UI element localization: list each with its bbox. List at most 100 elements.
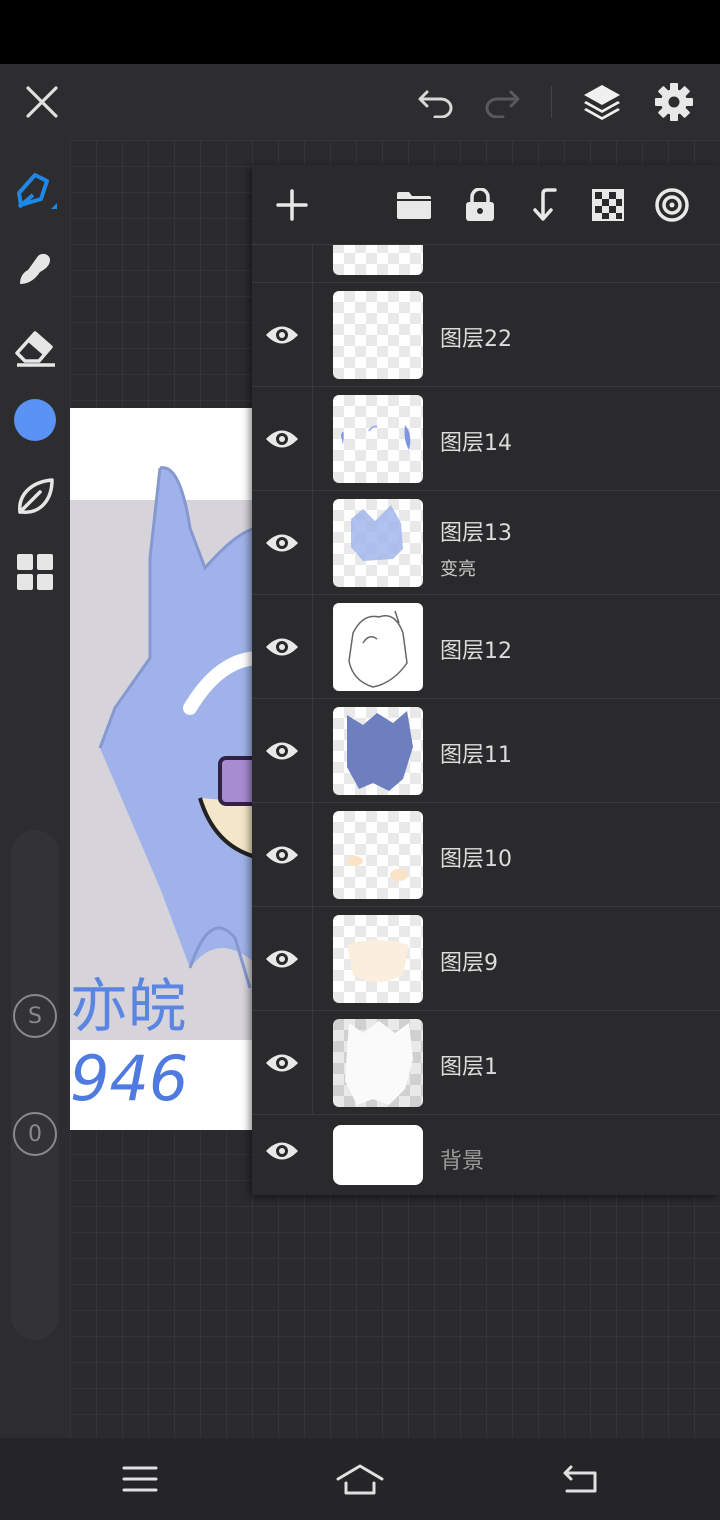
eye-icon	[266, 1054, 298, 1072]
layer-visibility-toggle[interactable]	[260, 315, 304, 355]
eye-icon	[266, 534, 298, 552]
leaf-icon	[18, 478, 54, 514]
layers-icon	[584, 85, 620, 120]
smudge-icon	[20, 253, 50, 284]
status-bar	[0, 0, 720, 64]
layer-visibility-toggle[interactable]	[260, 731, 304, 771]
eye-icon	[266, 1142, 298, 1160]
layer-thumbnail	[333, 291, 423, 379]
background-color-swatch	[333, 1125, 423, 1185]
color-swatch-icon	[14, 399, 56, 441]
eye-icon	[266, 638, 298, 656]
eraser-tool[interactable]	[10, 322, 60, 372]
layer-visibility-toggle[interactable]	[260, 939, 304, 979]
layers-panel: 图层22 图层14 图层13 变亮 图层12 图层11 图层10 图层9 图层1…	[252, 165, 720, 1195]
add-layer-button[interactable]	[268, 181, 316, 229]
folder-icon	[397, 192, 431, 219]
layer-thumbnail	[333, 603, 423, 691]
eye-icon	[266, 846, 298, 864]
undo-icon	[418, 90, 453, 118]
smudge-tool[interactable]	[10, 244, 60, 294]
layers-button[interactable]	[578, 78, 626, 126]
brush-tool[interactable]	[10, 166, 60, 216]
checker-icon	[592, 189, 624, 221]
settings-button[interactable]	[650, 78, 698, 126]
layers-actions	[252, 165, 720, 245]
plus-icon	[276, 189, 308, 221]
menu-button[interactable]	[116, 1455, 164, 1503]
artwork-text-2: 946	[70, 1042, 188, 1115]
eye-icon	[266, 742, 298, 760]
left-toolbar: S 0	[0, 140, 70, 1438]
layer-name: 图层22	[440, 327, 512, 352]
layer-thumbnail	[333, 499, 423, 587]
layer-blend-mode: 变亮	[440, 559, 476, 580]
lock-icon	[466, 188, 494, 221]
target-icon	[655, 188, 689, 222]
layer-name: 图层12	[440, 639, 512, 664]
eye-icon	[266, 430, 298, 448]
transparency-button[interactable]	[584, 181, 632, 229]
lock-layer-button[interactable]	[456, 181, 504, 229]
layer-thumbnail	[333, 245, 423, 275]
layer-thumbnail	[333, 811, 423, 899]
layer-thumbnail	[333, 395, 423, 483]
eraser-icon	[15, 331, 55, 367]
brush-library-tool[interactable]	[10, 472, 60, 522]
layer-row[interactable]: 图层9	[252, 907, 720, 1011]
layer-visibility-toggle[interactable]	[260, 1131, 304, 1171]
layer-row[interactable]: 图层12	[252, 595, 720, 699]
layer-visibility-toggle[interactable]	[260, 523, 304, 563]
layer-name: 背景	[440, 1149, 485, 1174]
size-label: S	[13, 994, 57, 1038]
size-opacity-slider[interactable]	[11, 830, 59, 1340]
layer-list[interactable]: 图层22 图层14 图层13 变亮 图层12 图层11 图层10 图层9 图层1…	[252, 245, 720, 1195]
layer-row[interactable]: 图层1	[252, 1011, 720, 1115]
layer-row[interactable]: 图层11	[252, 699, 720, 803]
menu-icon	[122, 1466, 158, 1492]
layer-visibility-toggle[interactable]	[260, 419, 304, 459]
home-button[interactable]	[336, 1455, 384, 1503]
reference-button[interactable]	[648, 181, 696, 229]
system-nav-bar	[0, 1438, 720, 1520]
background-layer-row[interactable]: 背景	[252, 1115, 720, 1195]
layer-row[interactable]: 图层14	[252, 387, 720, 491]
artwork-text-1: 亦皖	[70, 972, 186, 1040]
merge-down-button[interactable]	[520, 181, 568, 229]
color-tool[interactable]	[10, 395, 60, 445]
layer-visibility-toggle[interactable]	[260, 835, 304, 875]
redo-button[interactable]	[477, 78, 525, 126]
close-button[interactable]	[18, 78, 66, 126]
layer-name: 图层9	[440, 951, 498, 976]
undo-button[interactable]	[413, 78, 461, 126]
opacity-label: 0	[13, 1112, 57, 1156]
layer-name: 图层13	[440, 521, 512, 546]
layer-row[interactable]	[252, 245, 720, 283]
eye-icon	[266, 950, 298, 968]
new-folder-button[interactable]	[390, 181, 438, 229]
top-toolbar	[0, 64, 720, 140]
layer-name: 图层10	[440, 847, 512, 872]
toolbar-divider	[551, 86, 552, 118]
layer-row[interactable]: 图层13 变亮	[252, 491, 720, 595]
layer-name: 图层1	[440, 1055, 498, 1080]
gear-icon	[655, 83, 693, 121]
brush-icon	[17, 173, 57, 209]
layer-thumbnail	[333, 707, 423, 795]
layer-visibility-toggle[interactable]	[260, 1043, 304, 1083]
layer-name: 图层11	[440, 743, 512, 768]
merge-down-icon	[533, 188, 557, 221]
layer-row[interactable]: 图层22	[252, 283, 720, 387]
home-icon	[336, 1464, 384, 1495]
layer-name: 图层14	[440, 431, 512, 456]
layer-visibility-toggle[interactable]	[260, 627, 304, 667]
layer-thumbnail	[333, 1019, 423, 1107]
back-icon	[563, 1465, 597, 1493]
artwork: 亦皖 946	[70, 408, 260, 1130]
layer-row[interactable]: 图层10	[252, 803, 720, 907]
grid-icon	[17, 554, 53, 590]
close-icon	[26, 86, 58, 118]
eye-icon	[266, 326, 298, 344]
gallery-tool[interactable]	[10, 547, 60, 597]
back-button[interactable]	[556, 1455, 604, 1503]
